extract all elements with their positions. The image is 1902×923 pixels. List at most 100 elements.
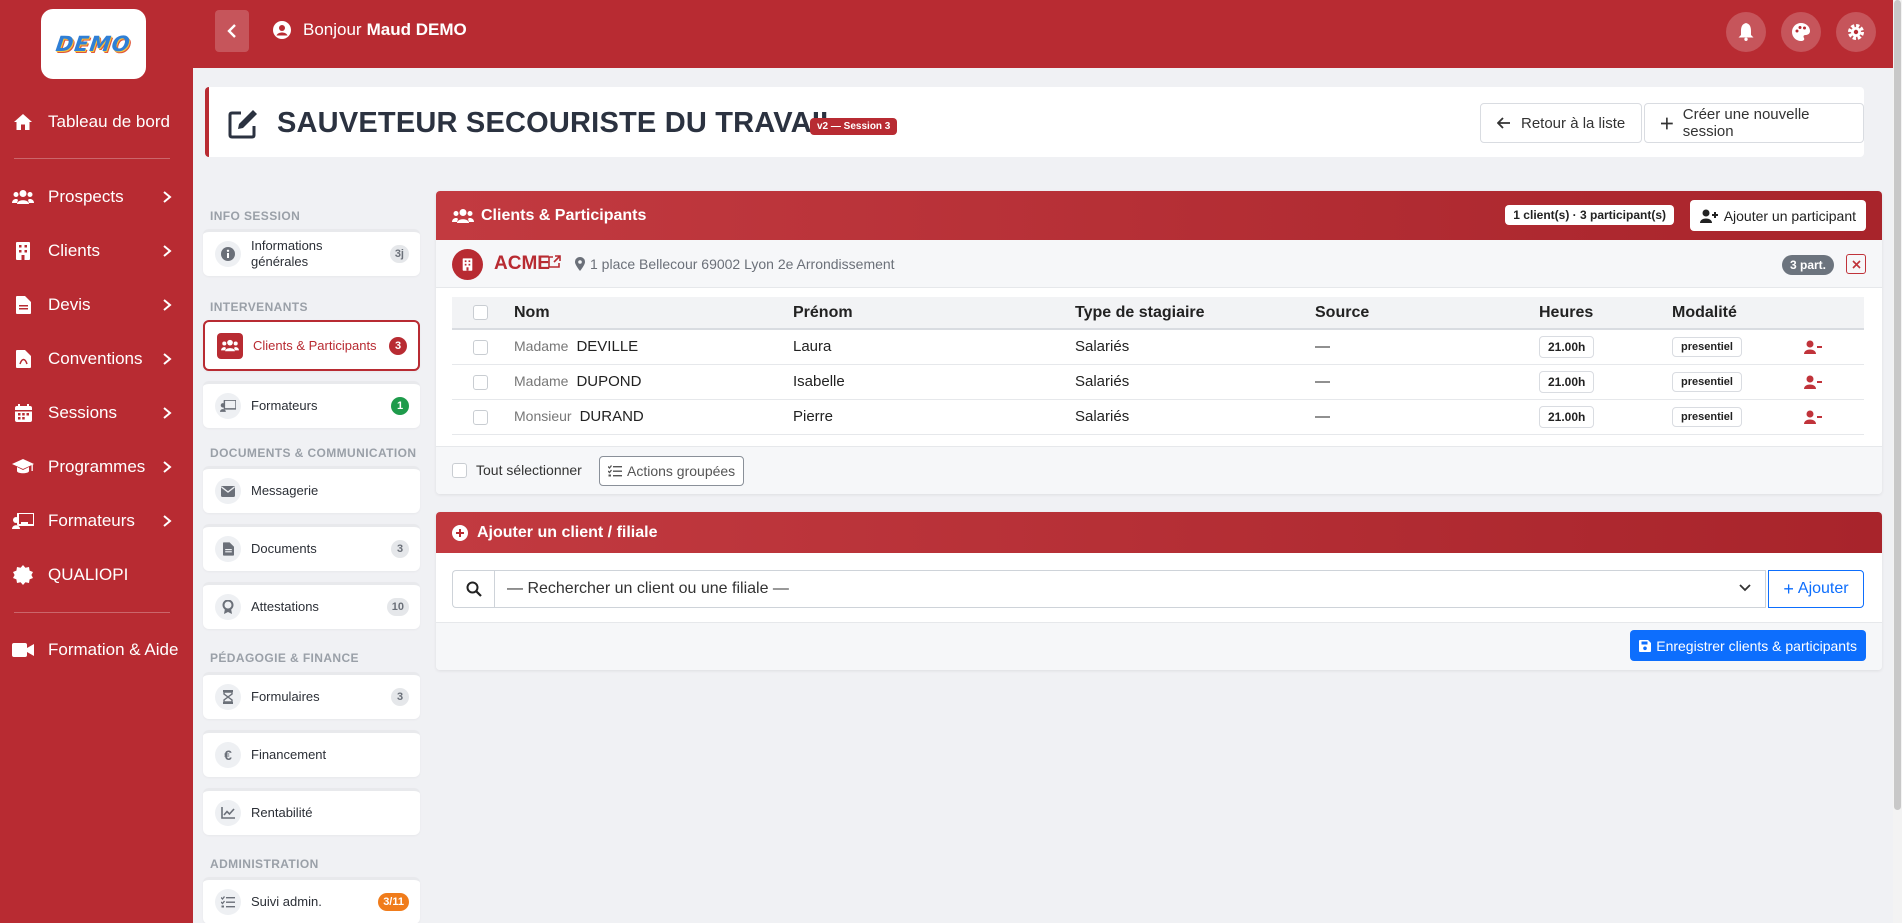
trainee-type: Salariés bbox=[1075, 364, 1315, 400]
section-item-label: Formateurs bbox=[251, 398, 318, 413]
panel-title: Clients & Participants bbox=[481, 206, 647, 224]
calendar-icon bbox=[12, 402, 34, 424]
notifications-button[interactable] bbox=[1726, 12, 1766, 52]
section-item-label: Rentabilité bbox=[251, 805, 313, 820]
client-row: ACME 1 place Bellecour 69002 Lyon 2e Arr… bbox=[436, 240, 1882, 288]
participants-table: Nom Prénom Type de stagiaire Source Heur… bbox=[452, 297, 1864, 435]
add-participant-button[interactable]: Ajouter un participant bbox=[1689, 200, 1866, 231]
chalkboard-teacher-icon bbox=[215, 393, 241, 419]
back-to-list-label: Retour à la liste bbox=[1521, 114, 1626, 132]
progress-badge: 3/11 bbox=[378, 893, 409, 911]
page-scrollbar[interactable] bbox=[1893, 0, 1902, 923]
section-item-messagerie[interactable]: Messagerie bbox=[203, 466, 420, 513]
graduation-cap-icon bbox=[12, 456, 34, 478]
sidebar-item-conventions[interactable]: Conventions bbox=[0, 339, 193, 379]
section-item-clients-participants[interactable]: Clients & Participants 3 bbox=[203, 320, 420, 371]
chevron-down-icon bbox=[1739, 584, 1751, 592]
client-search-select[interactable]: — Rechercher un client ou une filiale — bbox=[494, 570, 1766, 608]
last-name: DEVILLE bbox=[576, 338, 639, 356]
add-client-footer: Enregistrer clients & participants bbox=[436, 622, 1882, 670]
section-item-financement[interactable]: € Financement bbox=[203, 730, 420, 777]
logo[interactable]: DEMO bbox=[41, 9, 146, 79]
settings-button[interactable] bbox=[1836, 12, 1876, 52]
first-name: Laura bbox=[793, 329, 1075, 365]
gear-icon bbox=[1848, 24, 1864, 40]
sidebar-item-label: Programmes bbox=[48, 457, 146, 476]
sidebar: DEMO Tableau de bord Prospects Clients D… bbox=[0, 0, 193, 923]
civility: Madame bbox=[514, 338, 569, 355]
row-checkbox[interactable] bbox=[473, 374, 488, 390]
user-minus-icon[interactable] bbox=[1804, 375, 1822, 389]
client-search-placeholder: — Rechercher un client ou une filiale — bbox=[507, 580, 789, 597]
sidebar-item-clients[interactable]: Clients bbox=[0, 231, 193, 271]
sidebar-item-label: Tableau de bord bbox=[48, 112, 170, 131]
collapse-sidebar-button[interactable] bbox=[215, 10, 249, 52]
back-to-list-button[interactable]: Retour à la liste bbox=[1480, 103, 1643, 143]
hours-tag: 21.00h bbox=[1539, 335, 1595, 358]
section-item-attestations[interactable]: Attestations 10 bbox=[203, 582, 420, 629]
create-session-label: Créer une nouvelle session bbox=[1682, 106, 1810, 140]
add-client-button[interactable]: + Ajouter bbox=[1768, 570, 1864, 608]
chevron-left-icon bbox=[227, 24, 236, 38]
client-address-text: 1 place Bellecour 69002 Lyon 2e Arrondis… bbox=[590, 256, 895, 272]
sidebar-item-qualiopi[interactable]: QUALIOPI bbox=[0, 555, 193, 595]
remove-client-button[interactable] bbox=[1846, 254, 1866, 274]
group-actions-button[interactable]: Actions groupées bbox=[599, 456, 745, 486]
column-header-prenom: Prénom bbox=[793, 297, 1075, 330]
video-icon bbox=[12, 639, 34, 661]
chevron-right-icon bbox=[163, 407, 172, 419]
user-plus-icon bbox=[1699, 209, 1718, 223]
client-name[interactable]: ACME bbox=[494, 253, 550, 275]
section-item-documents[interactable]: Documents 3 bbox=[203, 524, 420, 571]
sidebar-item-formateurs[interactable]: Formateurs bbox=[0, 501, 193, 541]
tasks-icon bbox=[215, 889, 241, 915]
column-header-actions bbox=[1804, 297, 1864, 330]
chevron-right-icon bbox=[163, 245, 172, 257]
external-link-icon[interactable] bbox=[548, 255, 561, 268]
row-checkbox[interactable] bbox=[473, 409, 488, 425]
plus-icon: + bbox=[1783, 578, 1794, 599]
section-item-formulaires[interactable]: Formulaires 3 bbox=[203, 672, 420, 719]
section-item-informations-generales[interactable]: Informations générales 3j bbox=[203, 229, 420, 276]
sidebar-item-label: Devis bbox=[48, 295, 91, 314]
select-all-checkbox[interactable]: Tout sélectionner bbox=[452, 462, 582, 478]
save-clients-button[interactable]: Enregistrer clients & participants bbox=[1630, 630, 1866, 661]
select-all-label: Tout sélectionner bbox=[476, 462, 582, 478]
home-icon bbox=[12, 111, 34, 133]
sidebar-item-devis[interactable]: Devis bbox=[0, 285, 193, 325]
user-circle-icon bbox=[273, 21, 291, 39]
sidebar-item-label: Formateurs bbox=[48, 511, 135, 530]
chevron-right-icon bbox=[163, 515, 172, 527]
section-item-formateurs[interactable]: Formateurs 1 bbox=[203, 381, 420, 428]
column-header-source: Source bbox=[1315, 297, 1539, 330]
page-title: SAUVETEUR SECOURISTE DU TRAVAIL bbox=[277, 107, 838, 139]
section-item-rentabilite[interactable]: Rentabilité bbox=[203, 788, 420, 835]
section-heading-info-session: INFO SESSION bbox=[210, 209, 301, 223]
user-minus-icon[interactable] bbox=[1804, 340, 1822, 354]
sidebar-item-programmes[interactable]: Programmes bbox=[0, 447, 193, 487]
sidebar-item-sessions[interactable]: Sessions bbox=[0, 393, 193, 433]
row-checkbox[interactable] bbox=[473, 339, 488, 355]
user-minus-icon[interactable] bbox=[1804, 410, 1822, 424]
count-badge: 10 bbox=[386, 598, 409, 616]
theme-button[interactable] bbox=[1781, 12, 1821, 52]
header-checkbox[interactable] bbox=[473, 304, 488, 320]
group-actions-label: Actions groupées bbox=[627, 463, 736, 479]
sidebar-item-formation-aide[interactable]: Formation & Aide bbox=[0, 630, 193, 670]
plus-icon bbox=[1661, 117, 1673, 129]
column-header-heures: Heures bbox=[1539, 297, 1672, 330]
session-title-card: SAUVETEUR SECOURISTE DU TRAVAIL v2 — Ses… bbox=[205, 87, 1864, 157]
client-participant-count: 1 client(s) · 3 participant(s) bbox=[1505, 205, 1674, 225]
sidebar-item-prospects[interactable]: Prospects bbox=[0, 177, 193, 217]
table-row: Madame DEVILLE Laura Salariés — 21.00h pr… bbox=[452, 329, 1864, 365]
checkbox[interactable] bbox=[452, 462, 467, 478]
section-item-suivi-admin[interactable]: Suivi admin. 3/11 bbox=[203, 877, 420, 923]
client-address: 1 place Bellecour 69002 Lyon 2e Arrondis… bbox=[575, 256, 895, 272]
create-session-button[interactable]: Créer une nouvelle session bbox=[1644, 103, 1864, 143]
building-icon bbox=[12, 240, 34, 262]
chalkboard-teacher-icon bbox=[12, 510, 34, 532]
logo-text: DEMO bbox=[54, 32, 133, 56]
scrollbar-thumb[interactable] bbox=[1894, 0, 1901, 810]
sidebar-item-tableau-de-bord[interactable]: Tableau de bord bbox=[0, 102, 193, 142]
civility: Monsieur bbox=[514, 408, 572, 424]
